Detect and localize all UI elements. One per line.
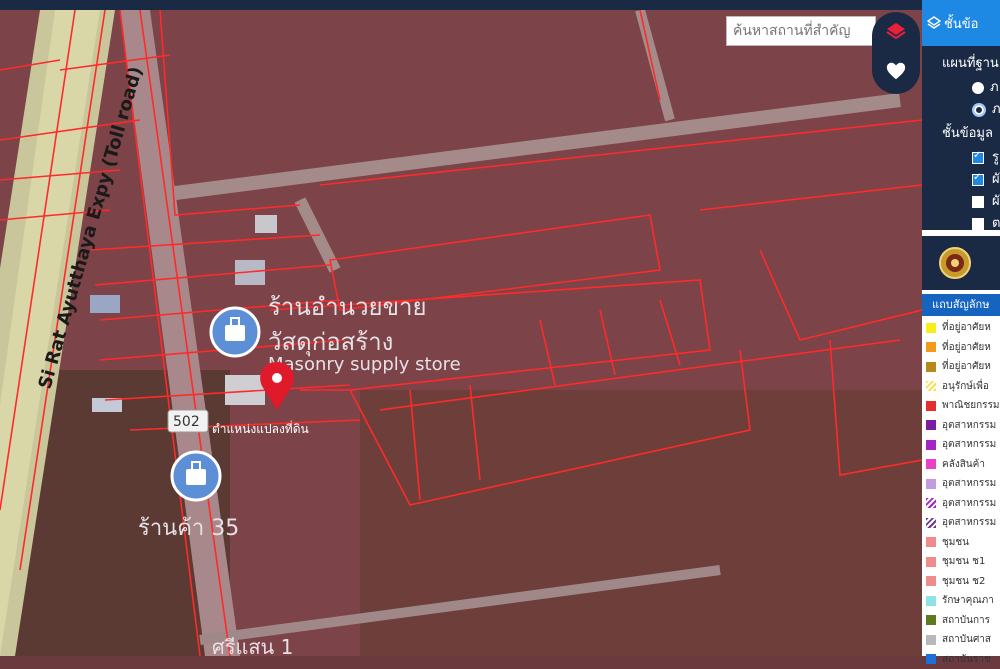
- panel-header[interactable]: ชั้นข้อ: [922, 0, 1000, 46]
- legend-list: ที่อยู่อาศัยหที่อยู่อาศัยหที่อยู่อาศัยหอ…: [922, 318, 1000, 669]
- legend-item: อนุรักษ์เพื่อ: [922, 377, 1000, 397]
- checkbox-label: ผั: [992, 194, 1000, 209]
- legend-item: ที่อยู่อาศัยห: [922, 357, 1000, 377]
- legend-item: อุตสาหกรรม: [922, 513, 1000, 533]
- legend-label: อุตสาหกรรม: [942, 515, 996, 530]
- legend-label: คลังสินค้า: [942, 457, 985, 472]
- legend-label: สถาบันศาส: [942, 632, 991, 647]
- legend-swatch: [926, 323, 936, 333]
- legend-label: อนุรักษ์เพื่อ: [942, 379, 989, 394]
- legend-label: พาณิชยกรรม: [942, 398, 1000, 413]
- legend-item: อุตสาหกรรม: [922, 494, 1000, 514]
- legend-label: ที่อยู่อาศัยห: [942, 359, 991, 374]
- basemap-label: แผนที่ฐาน: [942, 52, 999, 73]
- layers-label: ชั้นข้อมูล: [942, 122, 993, 143]
- legend-swatch: [926, 381, 936, 391]
- legend-item: คลังสินค้า: [922, 455, 1000, 475]
- layers-icon: [885, 20, 907, 42]
- legend-item: พาณิชยกรรม: [922, 396, 1000, 416]
- legend-swatch: [926, 459, 936, 469]
- agency-logo-band: [922, 236, 1000, 290]
- layer-panel: ชั้นข้อ แผนที่ฐาน ภ ภ ชั้นข้อมูล รู ผั ผ…: [922, 0, 1000, 656]
- layers-icon: [927, 16, 941, 30]
- legend-label: ที่อยู่อาศัยห: [942, 320, 991, 335]
- checkbox[interactable]: [972, 174, 984, 186]
- legend-swatch: [926, 440, 936, 450]
- layer-toggle-3[interactable]: ผั: [972, 190, 1000, 211]
- legend-swatch: [926, 342, 936, 352]
- legend-item: สถาบันศาส: [922, 630, 1000, 650]
- layer-toggle-4[interactable]: ต: [972, 212, 1000, 230]
- radio-label: ภ: [990, 80, 999, 95]
- legend-label: สถาบันราช: [942, 652, 991, 667]
- legend-title: แถบสัญลักษ: [922, 294, 1000, 316]
- legend-label: สถาบันการ: [942, 613, 990, 628]
- checkbox-label: ต: [992, 216, 1000, 230]
- legend-item: สถาบันราช: [922, 650, 1000, 669]
- top-bar: [0, 0, 1000, 10]
- layer-toggle-1[interactable]: รู: [972, 146, 999, 167]
- legend-swatch: [926, 596, 936, 606]
- checkbox[interactable]: [972, 196, 984, 208]
- search-input[interactable]: [726, 16, 876, 46]
- field-area: [360, 390, 922, 656]
- legend-swatch: [926, 576, 936, 586]
- poi-label-line1: ร้านอำนวยขาย: [268, 293, 427, 321]
- pin-label: ตำแหน่งแปลงที่ดิน: [212, 420, 309, 436]
- poi-label-english: Masonry supply store: [268, 354, 461, 375]
- map-canvas[interactable]: Si Rat Ayutthaya Expy (Toll road) 502 ร้…: [0, 10, 922, 656]
- legend-label: ชุมชน: [942, 535, 969, 550]
- bottom-place-label: ศรีแสน 1: [212, 635, 293, 656]
- layers-button[interactable]: [878, 14, 914, 48]
- favorite-button[interactable]: [878, 54, 914, 88]
- poi-label-line2: วัสดุก่อสร้าง: [268, 328, 393, 357]
- checkbox-label: รู: [992, 150, 999, 165]
- legend-item: รักษาคุณภา: [922, 591, 1000, 611]
- legend-swatch: [926, 498, 936, 508]
- heart-icon: [885, 60, 907, 82]
- legend-swatch: [926, 518, 936, 528]
- legend-item: อุตสาหกรรม: [922, 416, 1000, 436]
- panel-body: แผนที่ฐาน ภ ภ ชั้นข้อมูล รู ผั ผั ต: [922, 46, 1000, 230]
- route-shield-label: 502: [173, 414, 200, 430]
- legend-swatch: [926, 557, 936, 567]
- legend-item: สถาบันการ: [922, 611, 1000, 631]
- legend-item: ที่อยู่อาศัยห: [922, 318, 1000, 338]
- legend-item: ชุมชน: [922, 533, 1000, 553]
- checkbox[interactable]: [972, 218, 984, 230]
- poi-label-2: ร้านค้า 35: [138, 516, 239, 541]
- legend-label: อุตสาหกรรม: [942, 437, 996, 452]
- legend-swatch: [926, 401, 936, 411]
- basemap-option-1[interactable]: ภ: [972, 76, 999, 97]
- legend-item: ชุมชน ช1: [922, 552, 1000, 572]
- legend-label: ชุมชน ช2: [942, 574, 985, 589]
- legend-swatch: [926, 615, 936, 625]
- map-controls: [872, 12, 920, 94]
- legend-item: ชุมชน ช2: [922, 572, 1000, 592]
- checkbox-label: ผั: [992, 172, 1000, 187]
- radio-label: ภ: [992, 102, 1000, 117]
- basemap-option-2[interactable]: ภ: [972, 98, 1000, 119]
- checkbox[interactable]: [972, 152, 984, 164]
- legend-swatch: [926, 537, 936, 547]
- legend-item: อุตสาหกรรม: [922, 435, 1000, 455]
- legend-swatch: [926, 479, 936, 489]
- legend-swatch: [926, 420, 936, 430]
- radio-button[interactable]: [972, 82, 984, 94]
- layer-toggle-2[interactable]: ผั: [972, 168, 1000, 189]
- legend-label: อุตสาหกรรม: [942, 496, 996, 511]
- legend-label: ที่อยู่อาศัยห: [942, 340, 991, 355]
- legend-label: รักษาคุณภา: [942, 593, 994, 608]
- legend-item: ที่อยู่อาศัยห: [922, 338, 1000, 358]
- panel-title: ชั้นข้อ: [944, 13, 978, 34]
- legend-item: อุตสาหกรรม: [922, 474, 1000, 494]
- legend-label: อุตสาหกรรม: [942, 418, 996, 433]
- agency-seal-icon: [938, 246, 972, 280]
- radio-button-selected[interactable]: [972, 103, 986, 117]
- legend-label: อุตสาหกรรม: [942, 476, 996, 491]
- legend-label: ชุมชน ช1: [942, 554, 985, 569]
- legend-swatch: [926, 635, 936, 645]
- legend-swatch: [926, 362, 936, 372]
